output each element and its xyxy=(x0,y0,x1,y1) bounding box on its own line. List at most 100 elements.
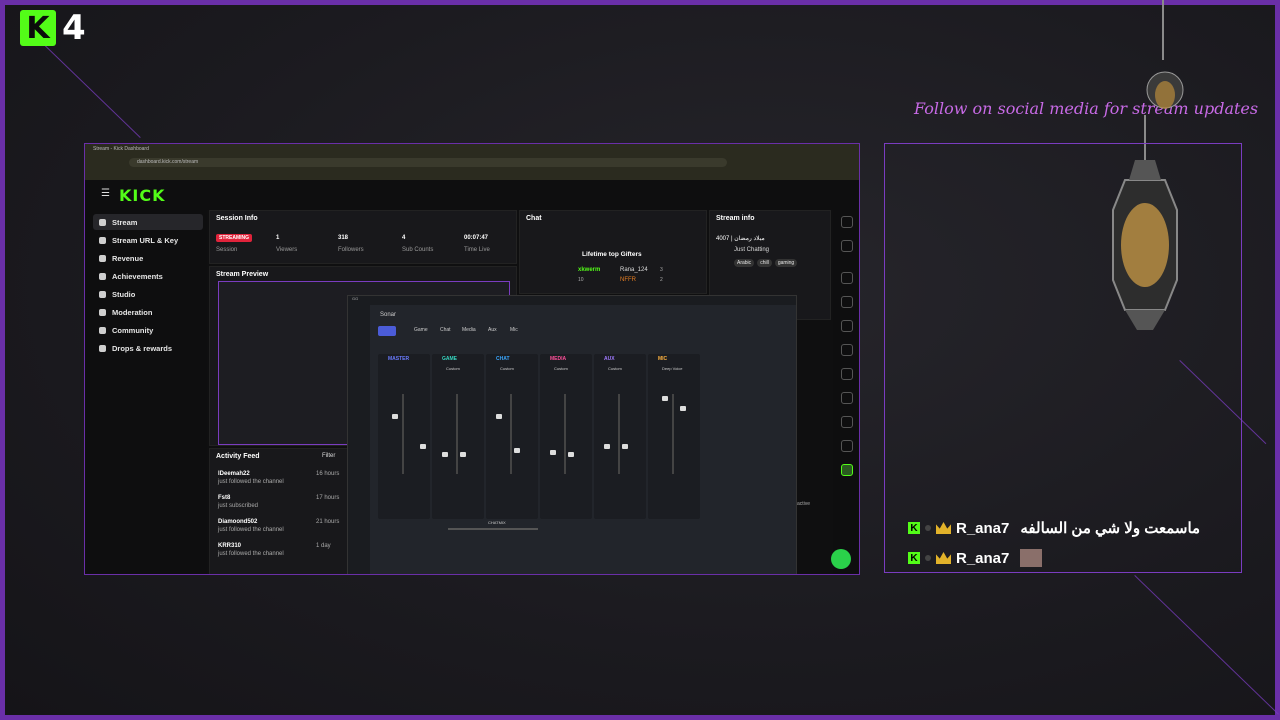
sidebar-item-moderation[interactable]: Moderation xyxy=(93,304,203,320)
tab-mic[interactable]: Mic xyxy=(510,327,518,333)
tag[interactable]: chill xyxy=(757,259,772,267)
mixer-tab[interactable] xyxy=(378,326,396,336)
kick-logo-icon: K xyxy=(20,10,56,46)
sidebar-item-achievements[interactable]: Achievements xyxy=(93,268,203,284)
gifters-title: Lifetime top Gifters xyxy=(582,251,642,258)
edit-icon[interactable] xyxy=(841,240,853,252)
stat-sub-counts: 4 Sub Counts xyxy=(402,235,433,253)
tool-icon[interactable] xyxy=(841,272,853,284)
share-icon[interactable] xyxy=(841,440,853,452)
channel-preset[interactable]: Custom xyxy=(608,366,622,371)
chat-icon[interactable] xyxy=(841,344,853,356)
kick-sidebar: Stream Stream URL & Key Revenue Achievem… xyxy=(85,210,207,574)
filter-button[interactable]: Filter xyxy=(322,453,335,459)
page-icon[interactable] xyxy=(841,320,853,332)
tag[interactable]: Arabic xyxy=(734,259,755,267)
active-label: active xyxy=(797,501,811,507)
panel-title: Chat xyxy=(526,215,542,222)
fader-track xyxy=(456,394,458,474)
panel-title: Stream info xyxy=(716,215,755,222)
sonar-header: Sonar xyxy=(380,312,397,318)
sidebar-item-stream[interactable]: Stream xyxy=(93,214,203,230)
fader-knob[interactable] xyxy=(622,444,628,449)
stream-icon xyxy=(99,218,106,226)
fader-knob[interactable] xyxy=(420,444,426,449)
gifter-name: Rana_124 xyxy=(620,267,648,273)
chat-message: K R_ana7 ماسمعت ولا شي من السالفه xyxy=(908,519,1200,537)
lightning-icon[interactable] xyxy=(841,296,853,308)
info-icon[interactable] xyxy=(841,216,853,228)
channel-label: MIC xyxy=(658,356,668,362)
studio-icon xyxy=(99,290,106,298)
sidebar-item-community[interactable]: Community xyxy=(93,322,203,338)
chat-text: ماسمعت ولا شي من السالفه xyxy=(1020,520,1201,537)
feed-item: Diamoond502 just followed the channel 21 h… xyxy=(218,519,339,533)
tab-game[interactable]: Game xyxy=(414,327,428,333)
emote-icon xyxy=(1020,549,1043,567)
fader-knob[interactable] xyxy=(392,414,398,419)
tab-aux[interactable]: Aux xyxy=(488,327,497,333)
url-bar[interactable]: dashboard.kick.com/stream xyxy=(129,158,727,167)
gifter-count: 3 xyxy=(660,267,663,273)
stat-value: 1 xyxy=(276,235,280,241)
stat-viewers: 1 Viewers xyxy=(276,235,297,253)
sidebar-item-stream-url[interactable]: Stream URL & Key xyxy=(93,232,203,248)
channel-preset[interactable]: Custom xyxy=(500,366,514,371)
feed-action: just followed the channel xyxy=(218,527,284,533)
feed-time: 21 hours xyxy=(316,519,340,525)
menu-icon[interactable]: ☰ xyxy=(101,188,110,199)
tab-media[interactable]: Media xyxy=(462,327,476,333)
dot-icon xyxy=(925,555,931,561)
crown-icon xyxy=(936,522,951,534)
fader-knob[interactable] xyxy=(680,406,686,411)
stat-value: 318 xyxy=(338,235,349,241)
channel-preset[interactable]: Custom xyxy=(554,366,568,371)
channel-preset[interactable]: Custom xyxy=(446,366,460,371)
sidebar-item-drops[interactable]: Drops & rewards xyxy=(93,340,203,356)
sidebar-item-revenue[interactable]: Revenue xyxy=(93,250,203,266)
feed-item: lDeemah22 just followed the channel 16 hou… xyxy=(218,471,339,485)
refresh-button[interactable] xyxy=(831,549,851,569)
channel-label: MEDIA xyxy=(550,356,567,362)
feed-name: KRR310 xyxy=(218,543,242,549)
feed-item: KRR310 just followed the channel 1 day xyxy=(218,543,331,557)
browser-tab[interactable]: Stream - Kick Dashboard xyxy=(93,146,149,152)
stat-label: Session xyxy=(216,247,238,253)
tag[interactable]: gaming xyxy=(774,259,798,267)
chatmix-slider[interactable] xyxy=(448,528,538,530)
hammer-icon[interactable] xyxy=(841,416,853,428)
channel-preset[interactable]: Deep Voice xyxy=(662,366,682,371)
chat-username: R_ana7 xyxy=(956,549,1010,567)
stat-time-live: 00:07:47 Time Live xyxy=(464,235,490,253)
broadcast-icon[interactable] xyxy=(841,368,853,380)
fader-knob[interactable] xyxy=(568,452,574,457)
channel-media: MEDIA Custom xyxy=(540,354,592,519)
panel-title: Session Info xyxy=(216,215,258,222)
kick-logo[interactable]: KICK xyxy=(119,186,166,205)
fader-knob[interactable] xyxy=(442,452,448,457)
crown-icon xyxy=(936,552,951,564)
fader-track xyxy=(402,394,404,474)
feed-item: Fst8 just subscribed 17 hours xyxy=(218,495,339,509)
layout-icon[interactable] xyxy=(841,392,853,404)
app-icon[interactable] xyxy=(841,464,853,476)
sidebar-item-studio[interactable]: Studio xyxy=(93,286,203,302)
stream-category: Just Chatting xyxy=(734,247,770,253)
feed-time: 1 day xyxy=(316,543,331,549)
sidebar-item-label: Achievements xyxy=(112,271,163,281)
fader-knob[interactable] xyxy=(662,396,668,401)
sidebar-item-label: Stream xyxy=(112,217,138,227)
tab-chat[interactable]: Chat xyxy=(440,327,451,333)
kick-topbar: ☰ KICK xyxy=(85,180,859,210)
fader-knob[interactable] xyxy=(514,448,520,453)
community-icon xyxy=(99,326,106,334)
fader-knob[interactable] xyxy=(460,452,466,457)
fader-knob[interactable] xyxy=(550,450,556,455)
channel-game: GAME Custom xyxy=(432,354,484,519)
gifter-name: NFFR xyxy=(620,277,636,283)
browser-bar: Stream - Kick Dashboard dashboard.kick.c… xyxy=(85,144,859,180)
fader-knob[interactable] xyxy=(604,444,610,449)
overlay-logo: K 4 xyxy=(20,8,86,48)
feed-time: 17 hours xyxy=(316,495,340,501)
fader-knob[interactable] xyxy=(496,414,502,419)
